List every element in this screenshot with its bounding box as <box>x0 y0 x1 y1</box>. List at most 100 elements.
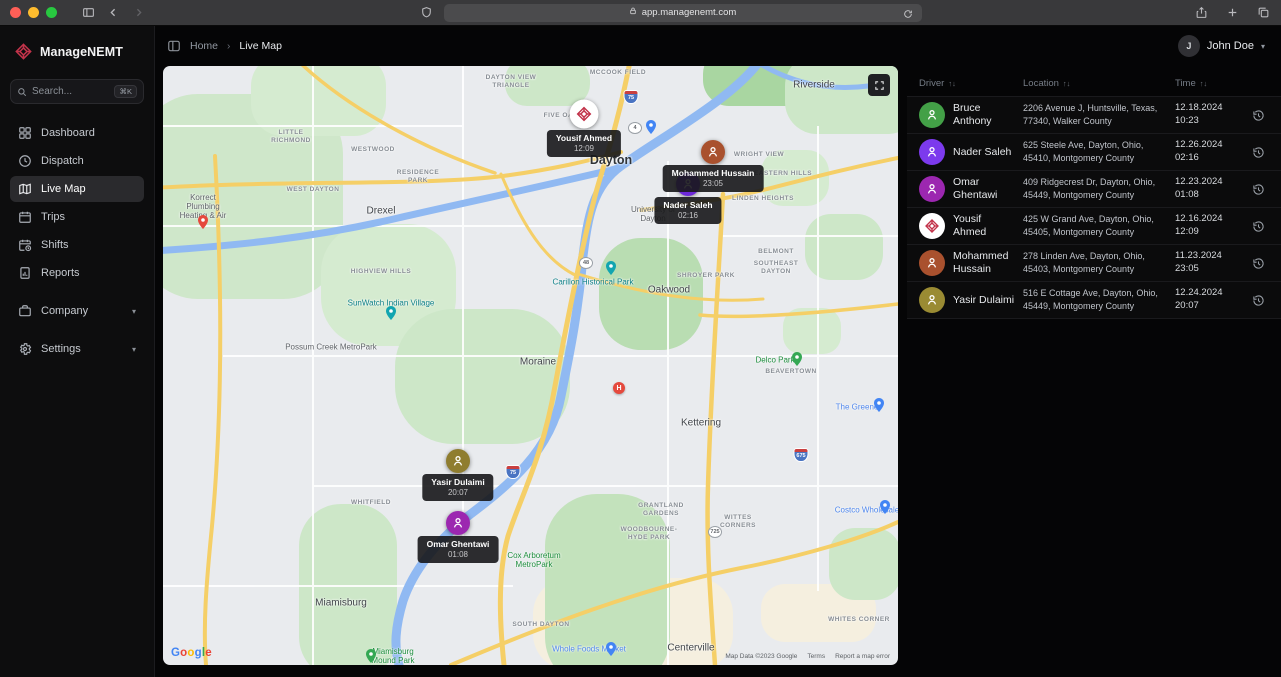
panel-toggle-icon[interactable] <box>167 39 181 53</box>
driver-avatar <box>919 139 945 165</box>
sidebar-item-live-map[interactable]: Live Map <box>10 176 144 202</box>
sidebar-item-trips[interactable]: Trips <box>10 204 144 230</box>
red-map-pin-icon <box>198 215 208 229</box>
search-icon <box>17 87 27 97</box>
forward-icon[interactable] <box>131 5 146 20</box>
sidebar-item-shifts[interactable]: Shifts <box>10 232 144 258</box>
driver-avatar <box>919 287 945 313</box>
search-input[interactable] <box>32 86 109 97</box>
map-label: Moraine <box>520 357 556 368</box>
column-location[interactable]: Location↑↓ <box>1023 78 1167 89</box>
map-label: Drexel <box>367 206 396 217</box>
map-label: SHROYER PARK <box>674 272 738 280</box>
sidebar-item-label: Dashboard <box>41 127 95 139</box>
driver-name: Bruce Anthony <box>953 102 1015 127</box>
user-menu[interactable]: J John Doe ▾ <box>1178 35 1265 57</box>
attribution-text: Map Data ©2023 Google <box>725 653 797 660</box>
location-history-button[interactable] <box>1249 254 1267 272</box>
map-label: HIGHVIEW HILLS <box>349 268 413 276</box>
window-close-button[interactable] <box>10 7 21 18</box>
table-body: Bruce Anthony2206 Avenue J, Huntsville, … <box>907 96 1281 319</box>
terms-link[interactable]: Terms <box>807 653 825 660</box>
managenemt-logo-icon <box>14 42 33 61</box>
driver-location: 425 W Grand Ave, Dayton, Ohio, 45405, Mo… <box>1023 213 1167 238</box>
table-row[interactable]: Yasir Dulaimi516 E Cottage Ave, Dayton, … <box>907 282 1281 319</box>
live-map[interactable]: DaytonRiversideDrexelOakwoodMoraineKette… <box>163 66 898 665</box>
map-label: WHITFIELD <box>339 499 403 507</box>
sidebar-item-reports[interactable]: Reports <box>10 260 144 286</box>
url-text: app.managenemt.com <box>642 7 737 18</box>
driver-time: 12.26.202402:16 <box>1175 139 1241 165</box>
browser-sidebar-icon[interactable] <box>81 5 96 20</box>
green-map-pin-icon <box>792 352 802 366</box>
table-row[interactable]: Mohammed Hussain278 Linden Ave, Dayton, … <box>907 245 1281 282</box>
search-box[interactable]: ⌘K <box>10 79 144 104</box>
lock-icon <box>629 7 637 18</box>
window-minimize-button[interactable] <box>28 7 39 18</box>
report-icon <box>18 266 32 280</box>
content: DaytonRiversideDrexelOakwoodMoraineKette… <box>155 66 1281 677</box>
sidebar-item-label: Shifts <box>41 239 69 251</box>
location-history-button[interactable] <box>1249 291 1267 309</box>
route-shield-4: 4 <box>629 123 641 133</box>
browser-chrome: app.managenemt.com <box>0 0 1281 26</box>
driver-name: Mohammed Hussain <box>953 250 1015 275</box>
calendar-icon <box>18 210 32 224</box>
back-icon[interactable] <box>106 5 121 20</box>
driver-marker-omar-ghentawi[interactable] <box>446 511 470 535</box>
refresh-icon[interactable] <box>901 7 916 22</box>
map-label: DAYTON VIEW TRIANGLE <box>479 74 543 90</box>
drivers-panel: Driver↑↓ Location↑↓ Time↑↓ Bruce Anthony… <box>907 66 1281 677</box>
share-icon[interactable] <box>1194 5 1209 20</box>
top-bar: Home › Live Map J John Doe ▾ <box>155 26 1281 66</box>
sidebar-item-label: Settings <box>41 343 81 355</box>
avatar: J <box>1178 35 1200 57</box>
url-bar[interactable]: app.managenemt.com <box>444 4 922 22</box>
sidebar-item-label: Trips <box>41 211 65 223</box>
dashboard-icon <box>18 126 32 140</box>
driver-marker-yasir-dulaimi[interactable] <box>446 449 470 473</box>
table-row[interactable]: Bruce Anthony2206 Avenue J, Huntsville, … <box>907 97 1281 134</box>
driver-time: 11.23.202423:05 <box>1175 250 1241 276</box>
window-controls <box>10 7 57 18</box>
sidebar-item-company[interactable]: Company▾ <box>10 298 144 324</box>
location-history-button[interactable] <box>1249 143 1267 161</box>
search-shortcut-badge: ⌘K <box>114 85 137 98</box>
user-name: John Doe <box>1207 40 1254 52</box>
sidebar-item-label: Live Map <box>41 183 86 195</box>
driver-time: 12.16.202412:09 <box>1175 213 1241 239</box>
map-label: GRANTLAND GARDENS <box>629 502 693 518</box>
column-driver[interactable]: Driver↑↓ <box>919 78 1015 89</box>
map-label: The Greene <box>836 402 879 411</box>
table-row[interactable]: Yousif Ahmed425 W Grand Ave, Dayton, Ohi… <box>907 208 1281 245</box>
location-history-button[interactable] <box>1249 217 1267 235</box>
sort-icon: ↑↓ <box>1200 79 1208 88</box>
location-history-button[interactable] <box>1249 180 1267 198</box>
new-tab-icon[interactable] <box>1225 5 1240 20</box>
chevron-down-icon: ▾ <box>1261 42 1265 51</box>
breadcrumb-home[interactable]: Home <box>190 40 218 52</box>
report-link[interactable]: Report a map error <box>835 653 890 660</box>
clock-icon <box>18 154 32 168</box>
sidebar-item-dashboard[interactable]: Dashboard <box>10 120 144 146</box>
teal-map-pin-icon <box>606 261 616 275</box>
location-history-button[interactable] <box>1249 106 1267 124</box>
map-label: SOUTH DAYTON <box>509 621 573 629</box>
driver-marker-label: Nader Saleh02:16 <box>654 197 721 224</box>
fullscreen-button[interactable] <box>868 74 890 96</box>
privacy-shield-icon[interactable] <box>419 5 434 20</box>
calendar-clock-icon <box>18 238 32 252</box>
driver-marker-yousif-ahmed[interactable] <box>570 100 599 129</box>
chevron-down-icon: ▾ <box>132 307 136 316</box>
column-time[interactable]: Time↑↓ <box>1175 78 1241 89</box>
driver-marker-label: Yousif Ahmed12:09 <box>547 130 621 157</box>
table-row[interactable]: Omar Ghentawi409 Ridgecrest Dr, Dayton, … <box>907 171 1281 208</box>
sidebar-item-settings[interactable]: Settings▾ <box>10 336 144 362</box>
driver-marker-mohammed-hussain[interactable] <box>701 140 725 164</box>
driver-marker-label: Mohammed Hussain23:05 <box>663 165 764 192</box>
map-label: Kettering <box>681 418 721 429</box>
sidebar-item-dispatch[interactable]: Dispatch <box>10 148 144 174</box>
table-row[interactable]: Nader Saleh625 Steele Ave, Dayton, Ohio,… <box>907 134 1281 171</box>
tab-overview-icon[interactable] <box>1256 5 1271 20</box>
window-zoom-button[interactable] <box>46 7 57 18</box>
